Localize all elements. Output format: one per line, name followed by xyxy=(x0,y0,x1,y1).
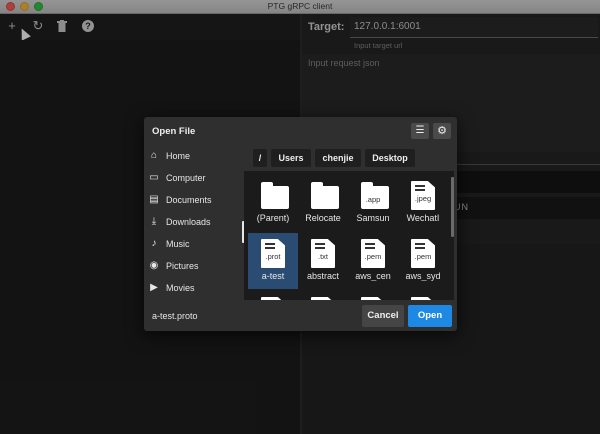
file-item-samsun[interactable]: .app Samsun xyxy=(348,175,398,231)
download-icon: ⤓ xyxy=(151,216,157,227)
document-icon: ▤ xyxy=(149,194,159,205)
file-item-label: Relocate xyxy=(305,213,341,223)
breadcrumb: / Users chenjie Desktop xyxy=(247,147,457,169)
sidebar-item-music[interactable]: ♪ Music xyxy=(144,234,244,256)
file-item-abstract[interactable]: .txt abstract xyxy=(298,233,348,289)
file-grid: (Parent) Relocate .app Samsun .jpeg Wech… xyxy=(244,171,454,300)
breadcrumb-chenjie[interactable]: chenjie xyxy=(315,149,361,167)
music-icon: ♪ xyxy=(151,238,157,249)
file-item-label: aws_cen xyxy=(355,271,391,281)
sidebar-item-documents[interactable]: ▤ Documents xyxy=(144,190,244,212)
file-icon xyxy=(311,297,335,300)
app-folder-icon: .app xyxy=(361,181,389,210)
app-window: PTG gRPC client + ↻ ? Target: 127.0.0.1:… xyxy=(0,0,600,434)
file-item-a-test[interactable]: .prot a-test xyxy=(248,233,298,289)
file-ext: .pem xyxy=(364,252,382,261)
file-item-wechat[interactable]: .jpeg WechatI xyxy=(398,175,448,231)
file-icon xyxy=(411,297,435,300)
file-icon: .prot xyxy=(261,239,285,268)
gear-icon[interactable]: ⚙ xyxy=(433,123,451,139)
movie-icon: ▶ xyxy=(150,282,158,293)
file-item-partial[interactable] xyxy=(248,291,298,300)
camera-icon: ◉ xyxy=(149,260,159,271)
file-ext: .pem xyxy=(414,252,432,261)
file-item-relocate[interactable]: Relocate xyxy=(298,175,348,231)
file-item-aws-syd[interactable]: .pem aws_syd xyxy=(398,233,448,289)
sidebar-item-pictures[interactable]: ◉ Pictures xyxy=(144,256,244,278)
file-item-partial[interactable] xyxy=(398,291,448,300)
folder-icon xyxy=(311,181,339,210)
breadcrumb-root[interactable]: / xyxy=(253,149,267,167)
file-item-parent[interactable]: (Parent) xyxy=(248,175,298,231)
file-ext: .prot xyxy=(265,252,281,261)
sidebar-item-label: Downloads xyxy=(166,217,211,227)
sidebar-item-label: Documents xyxy=(166,195,212,205)
file-item-label: aws_syd xyxy=(405,271,441,281)
file-icon xyxy=(261,297,285,300)
image-file-icon: .jpeg xyxy=(411,181,435,210)
file-item-label: a-test xyxy=(261,271,285,281)
open-button[interactable]: Open xyxy=(408,305,452,327)
sidebar-item-label: Pictures xyxy=(166,261,199,271)
list-view-icon[interactable]: ☰ xyxy=(411,123,429,139)
file-item-label: abstract xyxy=(306,271,339,281)
laptop-icon: ▭ xyxy=(149,172,159,183)
dialog-sidebar: ⌂ Home ▭ Computer ▤ Documents ⤓ Download… xyxy=(144,146,244,300)
sidebar-item-movies[interactable]: ▶ Movies xyxy=(144,278,244,300)
file-item-partial[interactable] xyxy=(348,291,398,300)
cancel-button[interactable]: Cancel xyxy=(362,305,404,327)
file-ext: .jpeg xyxy=(414,194,432,203)
folder-icon xyxy=(261,181,289,210)
home-icon: ⌂ xyxy=(150,150,158,161)
filename-field[interactable]: a-test.proto xyxy=(152,311,198,321)
file-item-label: (Parent) xyxy=(256,213,290,223)
sidebar-item-downloads[interactable]: ⤓ Downloads xyxy=(144,212,244,234)
breadcrumb-users[interactable]: Users xyxy=(271,149,311,167)
dialog-title: Open File xyxy=(152,126,196,137)
file-item-partial[interactable] xyxy=(298,291,348,300)
file-item-aws-cen[interactable]: .pem aws_cen xyxy=(348,233,398,289)
file-item-label: WechatI xyxy=(406,213,440,223)
sidebar-item-computer[interactable]: ▭ Computer xyxy=(144,168,244,190)
file-item-label: Samsun xyxy=(356,213,390,223)
file-icon xyxy=(361,297,385,300)
sidebar-item-label: Movies xyxy=(166,283,195,293)
sidebar-item-home[interactable]: ⌂ Home xyxy=(144,146,244,168)
files-scrollbar[interactable] xyxy=(451,177,454,237)
open-file-dialog: Open File ☰ ⚙ ⌂ Home ▭ Computer ▤ Docume… xyxy=(144,117,457,331)
file-icon: .pem xyxy=(361,239,385,268)
breadcrumb-desktop[interactable]: Desktop xyxy=(365,149,415,167)
file-ext: .app xyxy=(365,195,381,204)
file-icon: .pem xyxy=(411,239,435,268)
sidebar-item-label: Home xyxy=(166,151,191,161)
file-icon: .txt xyxy=(311,239,335,268)
sidebar-item-label: Music xyxy=(166,239,190,249)
file-ext: .txt xyxy=(317,252,328,261)
sidebar-item-label: Computer xyxy=(166,173,206,183)
